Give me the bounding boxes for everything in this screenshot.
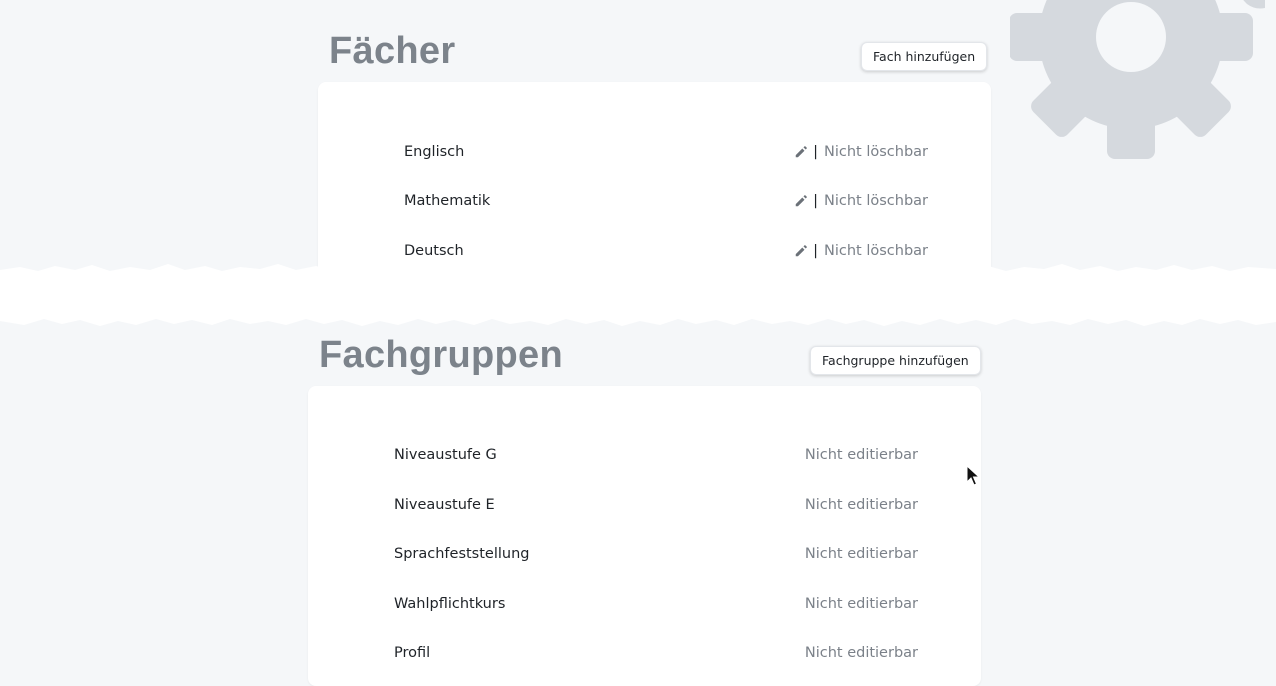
subject-name: Englisch: [404, 144, 465, 160]
faecher-title: Fächer: [329, 30, 456, 72]
subject-groups-card: Niveaustufe G Nicht editierbar Niveaustu…: [308, 386, 981, 686]
add-subject-button[interactable]: Fach hinzufügen: [861, 42, 988, 71]
group-name: Niveaustufe G: [394, 447, 497, 463]
not-deletable-label: Nicht löschbar: [824, 193, 928, 209]
not-editable-label: Nicht editierbar: [804, 645, 918, 661]
add-subject-group-button[interactable]: Fachgruppe hinzufügen: [810, 346, 981, 375]
separator: |: [813, 144, 818, 160]
gear-fragment-icon: [1243, 0, 1265, 9]
subject-name: Deutsch: [404, 243, 464, 259]
pencil-icon[interactable]: [794, 244, 808, 258]
not-editable-label: Nicht editierbar: [804, 546, 918, 562]
separator: |: [813, 193, 818, 209]
not-editable-label: Nicht editierbar: [804, 497, 918, 513]
pencil-icon[interactable]: [794, 194, 808, 208]
group-name: Wahlpflichtkurs: [394, 596, 506, 612]
subject-row-mathematik: Mathematik | Nicht löschbar: [404, 189, 928, 213]
not-deletable-label: Nicht löschbar: [824, 243, 928, 259]
group-row: Niveaustufe G Nicht editierbar: [394, 443, 918, 467]
pencil-icon[interactable]: [794, 145, 808, 159]
group-name: Sprachfeststellung: [394, 546, 530, 562]
not-editable-label: Nicht editierbar: [804, 447, 918, 463]
separator: |: [813, 243, 818, 259]
mouse-cursor-icon: [966, 465, 980, 486]
group-name: Niveaustufe E: [394, 497, 495, 513]
subject-name: Mathematik: [404, 193, 491, 209]
group-name: Profil: [394, 645, 431, 661]
torn-edge-divider: [0, 264, 1276, 326]
not-deletable-label: Nicht löschbar: [824, 144, 928, 160]
fachgruppen-title: Fachgruppen: [319, 334, 563, 376]
group-row: Sprachfeststellung Nicht editierbar: [394, 542, 918, 566]
group-row: Wahlpflichtkurs Nicht editierbar: [394, 592, 918, 616]
group-row: Profil Nicht editierbar: [394, 641, 918, 665]
not-editable-label: Nicht editierbar: [804, 596, 918, 612]
group-row: Niveaustufe E Nicht editierbar: [394, 493, 918, 517]
subject-row-englisch: Englisch | Nicht löschbar: [404, 140, 928, 164]
